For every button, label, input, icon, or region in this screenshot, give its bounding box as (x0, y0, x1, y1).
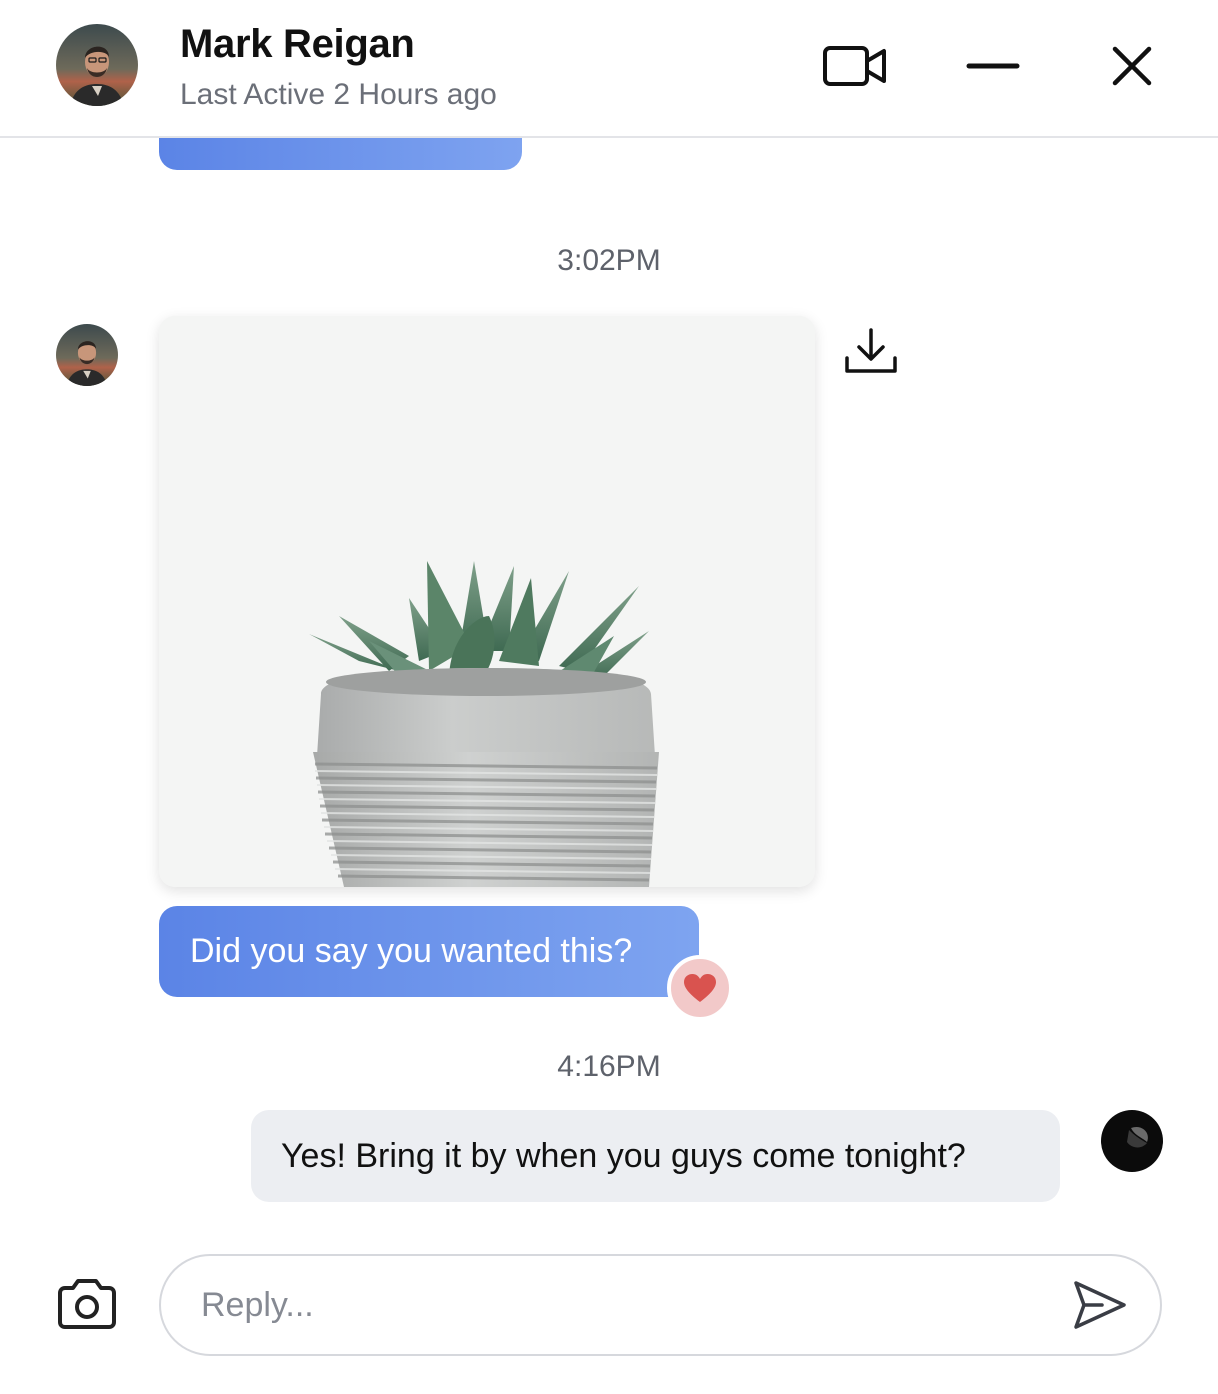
shared-photo[interactable] (159, 316, 815, 887)
video-camera-icon (823, 46, 886, 86)
message-timestamp: 4:16PM (557, 1050, 661, 1083)
download-icon (845, 328, 897, 373)
close-button[interactable] (1104, 38, 1160, 94)
contact-avatar[interactable] (56, 24, 138, 106)
outgoing-message[interactable]: Yes! Bring it by when you guys come toni… (251, 1110, 1060, 1202)
download-button[interactable] (838, 322, 904, 380)
heart-icon (684, 974, 716, 1002)
send-button[interactable] (1067, 1274, 1133, 1336)
contact-status: Last Active 2 Hours ago (180, 78, 497, 111)
reply-input[interactable] (201, 1256, 1061, 1354)
camera-icon (58, 1279, 116, 1329)
minimize-button[interactable] (962, 44, 1024, 88)
sender-avatar[interactable] (56, 324, 118, 386)
my-avatar[interactable] (1101, 1110, 1163, 1172)
video-call-button[interactable] (820, 40, 890, 92)
chat-header: Mark Reigan Last Active 2 Hours ago (0, 0, 1218, 138)
camera-button[interactable] (54, 1274, 120, 1334)
send-icon (1074, 1281, 1126, 1329)
message-timestamp: 3:02PM (557, 244, 661, 277)
close-icon (1112, 46, 1152, 86)
contact-name: Mark Reigan (180, 22, 415, 66)
incoming-message[interactable]: Did you say you wanted this? (159, 906, 699, 997)
heart-reaction[interactable] (667, 955, 733, 1021)
reply-box (159, 1254, 1162, 1356)
minus-icon (966, 63, 1020, 69)
chat-window: Mark Reigan Last Active 2 Hours ago 3:02… (0, 0, 1218, 1394)
